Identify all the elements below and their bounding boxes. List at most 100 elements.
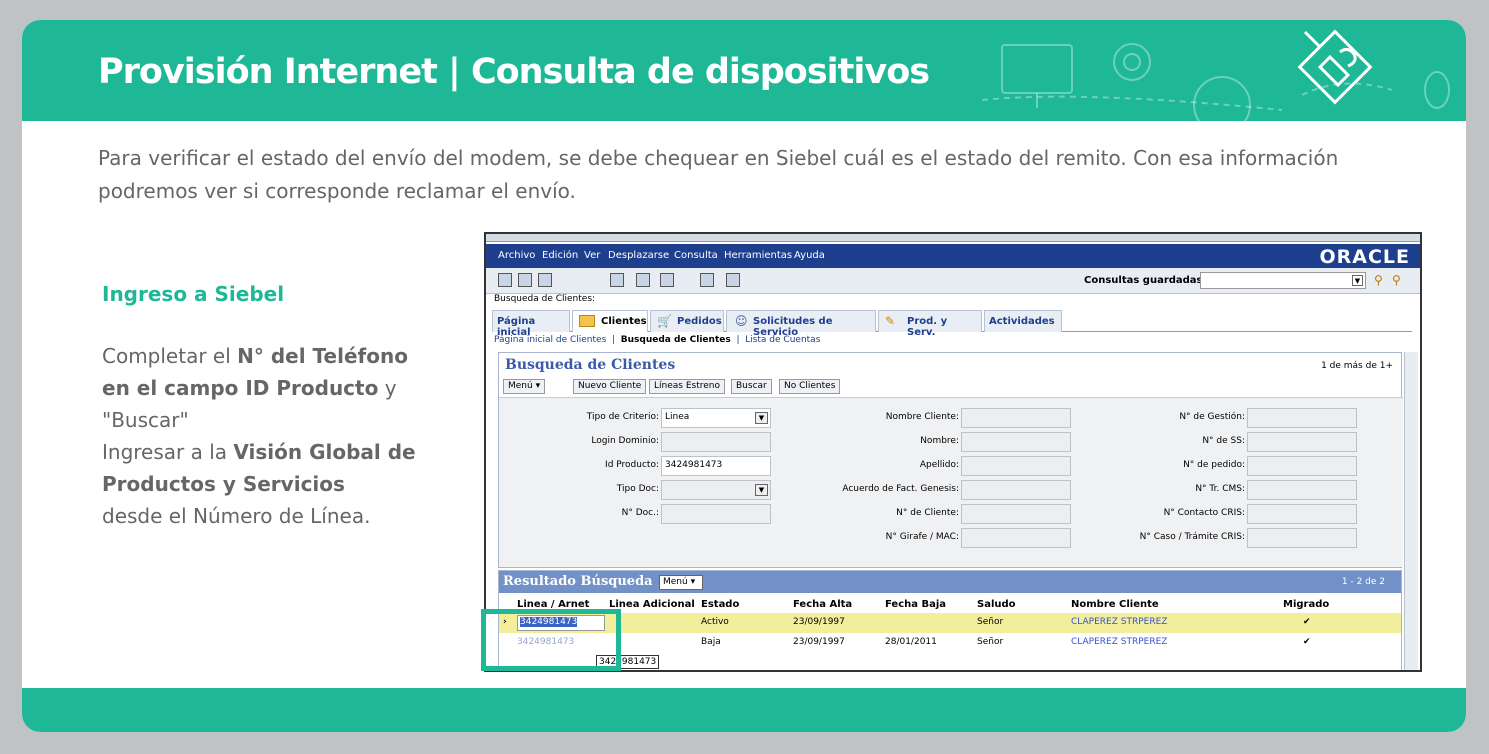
saludo-cell: Señor [977, 637, 1004, 647]
save-icon[interactable] [518, 273, 532, 287]
table-row[interactable]: › 3424981473 Activo 23/09/1997 Señor CLA… [499, 613, 1401, 633]
field-label: N° de pedido: [1183, 460, 1245, 470]
new-record-icon[interactable] [498, 273, 512, 287]
nro-gestion-field[interactable] [1247, 408, 1357, 428]
query-icon[interactable] [636, 273, 650, 287]
nro-contacto-cris-field[interactable] [1247, 504, 1357, 524]
fecha-alta-cell: 23/09/1997 [793, 617, 845, 627]
print-icon[interactable] [700, 273, 714, 287]
field-label: N° Contacto CRIS: [1163, 508, 1245, 518]
menu-button[interactable]: Menú ▾ [503, 379, 546, 394]
results-header: Resultado Búsqueda Menú ▾ 1 - 2 de 2 [499, 571, 1401, 593]
column-header[interactable]: Estado [701, 599, 739, 610]
select-value: Linea [665, 412, 690, 422]
column-header[interactable]: Saludo [977, 599, 1016, 610]
siebel-toolbar: Consultas guardadas: ▼ ⚲ ⚲ [486, 268, 1420, 294]
nro-doc-field[interactable] [661, 504, 771, 524]
field-label: N° de SS: [1202, 436, 1245, 446]
menu-consulta[interactable]: Consulta [674, 250, 718, 261]
siebel-screenshot: Archivo Edición Ver Desplazarse Consulta… [484, 232, 1422, 672]
column-header[interactable]: Migrado [1283, 599, 1329, 610]
column-header[interactable]: Fecha Alta [793, 599, 852, 610]
menu-archivo[interactable]: Archivo [498, 250, 535, 261]
menu-edicion[interactable]: Edición [542, 250, 578, 261]
apellido-field[interactable] [961, 456, 1071, 476]
nro-pedido-field[interactable] [1247, 456, 1357, 476]
chevron-down-icon[interactable]: ▼ [755, 484, 768, 496]
field-label: N° de Cliente: [896, 508, 959, 518]
tab-label: Prod. y Serv. [907, 316, 948, 338]
tipo-criterio-select[interactable]: Linea ▼ [661, 408, 771, 428]
menu-ver[interactable]: Ver [584, 250, 600, 261]
subnav-link[interactable]: Lista de Cuentas [745, 335, 820, 345]
field-label: Login Dominio: [591, 436, 659, 446]
field-label: N° Tr. CMS: [1195, 484, 1245, 494]
nro-tr-cms-field[interactable] [1247, 480, 1357, 500]
field-label: Nombre: [920, 436, 959, 446]
menu-desplazarse[interactable]: Desplazarse [608, 250, 669, 261]
tab-pedidos[interactable]: 🛒 Pedidos [650, 310, 724, 332]
table-row[interactable]: 3424981473 Baja 23/09/1997 28/01/2011 Se… [499, 633, 1401, 653]
nombre-cliente-field[interactable] [961, 408, 1071, 428]
subnav-link[interactable]: Página inicial de Clientes [494, 335, 606, 345]
instructions: Completar el N° del Teléfono en el campo… [102, 340, 442, 532]
nro-caso-cris-field[interactable] [1247, 528, 1357, 548]
migrado-check-icon: ✔ [1303, 637, 1311, 647]
buscar-button[interactable]: Buscar [731, 379, 772, 394]
cliente-link[interactable]: CLAPEREZ STRPEREZ [1071, 617, 1167, 627]
nro-ss-field[interactable] [1247, 432, 1357, 452]
tab-clientes[interactable]: Clientes [572, 310, 648, 332]
binoculars-icon[interactable] [610, 273, 624, 287]
report-icon[interactable] [726, 273, 740, 287]
folder-icon [579, 315, 595, 327]
column-header[interactable]: Linea Adicional [609, 599, 695, 610]
field-label: N° Girafe / MAC: [885, 532, 959, 542]
chevron-down-icon[interactable]: ▼ [1352, 275, 1363, 286]
girafe-mac-field[interactable] [961, 528, 1071, 548]
no-clientes-button[interactable]: No Clientes [779, 379, 841, 394]
nro-cliente-field[interactable] [961, 504, 1071, 524]
fecha-baja-cell: 28/01/2011 [885, 637, 937, 647]
results-title: Resultado Búsqueda [503, 574, 653, 589]
field-label: N° Doc.: [621, 508, 659, 518]
acuerdo-fact-field[interactable] [961, 480, 1071, 500]
login-dominio-field[interactable] [661, 432, 771, 452]
tab-actividades[interactable]: Actividades [984, 310, 1062, 332]
scrollbar[interactable] [1404, 352, 1418, 670]
subnav-current: Busqueda de Clientes [620, 335, 731, 345]
tab-prod-serv[interactable]: ✎ Prod. y Serv. [878, 310, 982, 338]
slide-card: Provisión Internet | Consulta de disposi… [22, 20, 1466, 732]
lineas-estreno-button[interactable]: Líneas Estreno [649, 379, 725, 394]
form-body: Tipo de Criterio: Linea ▼ Login Dominio: … [499, 397, 1403, 567]
field-label: Tipo de Criterio: [586, 412, 659, 422]
menu-ayuda[interactable]: Ayuda [794, 250, 825, 261]
globe-icon[interactable] [538, 273, 552, 287]
tab-label: Clientes [601, 316, 647, 327]
person-icon: ☺ [735, 314, 748, 328]
tipo-doc-select[interactable]: ▼ [661, 480, 771, 500]
header-banner: Provisión Internet | Consulta de disposi… [22, 20, 1466, 121]
chevron-down-icon[interactable]: ▼ [755, 412, 768, 424]
search-settings-icon[interactable]: ⚲ [1392, 273, 1406, 287]
execute-query-icon[interactable] [660, 273, 674, 287]
tab-pagina-inicial[interactable]: Página inicial [492, 310, 570, 338]
saved-queries-select[interactable]: ▼ [1200, 272, 1366, 289]
search-form-panel: Busqueda de Clientes 1 de más de 1+ Menú… [498, 352, 1403, 568]
column-header[interactable]: Fecha Baja [885, 599, 946, 610]
cliente-link[interactable]: CLAPEREZ STRPEREZ [1071, 637, 1167, 647]
field-label: N° de Gestión: [1179, 412, 1245, 422]
id-producto-field[interactable]: 3424981473 [661, 456, 771, 476]
product-icon: ✎ [885, 314, 896, 328]
column-header[interactable]: Nombre Cliente [1071, 599, 1159, 610]
field-label: Id Producto: [605, 460, 659, 470]
oracle-logo: ORACLE [1319, 246, 1410, 268]
menu-herramientas[interactable]: Herramientas [724, 250, 792, 261]
search-icon[interactable]: ⚲ [1374, 273, 1388, 287]
form-title: Busqueda de Clientes [505, 357, 676, 373]
cart-icon: 🛒 [657, 314, 672, 328]
results-menu-button[interactable]: Menú ▾ [659, 575, 703, 590]
nombre-field[interactable] [961, 432, 1071, 452]
instruction-text: desde el Número de Línea. [102, 504, 371, 528]
nuevo-cliente-button[interactable]: Nuevo Cliente [573, 379, 647, 394]
tab-solicitudes[interactable]: ☺ Solicitudes de Servicio [726, 310, 876, 338]
